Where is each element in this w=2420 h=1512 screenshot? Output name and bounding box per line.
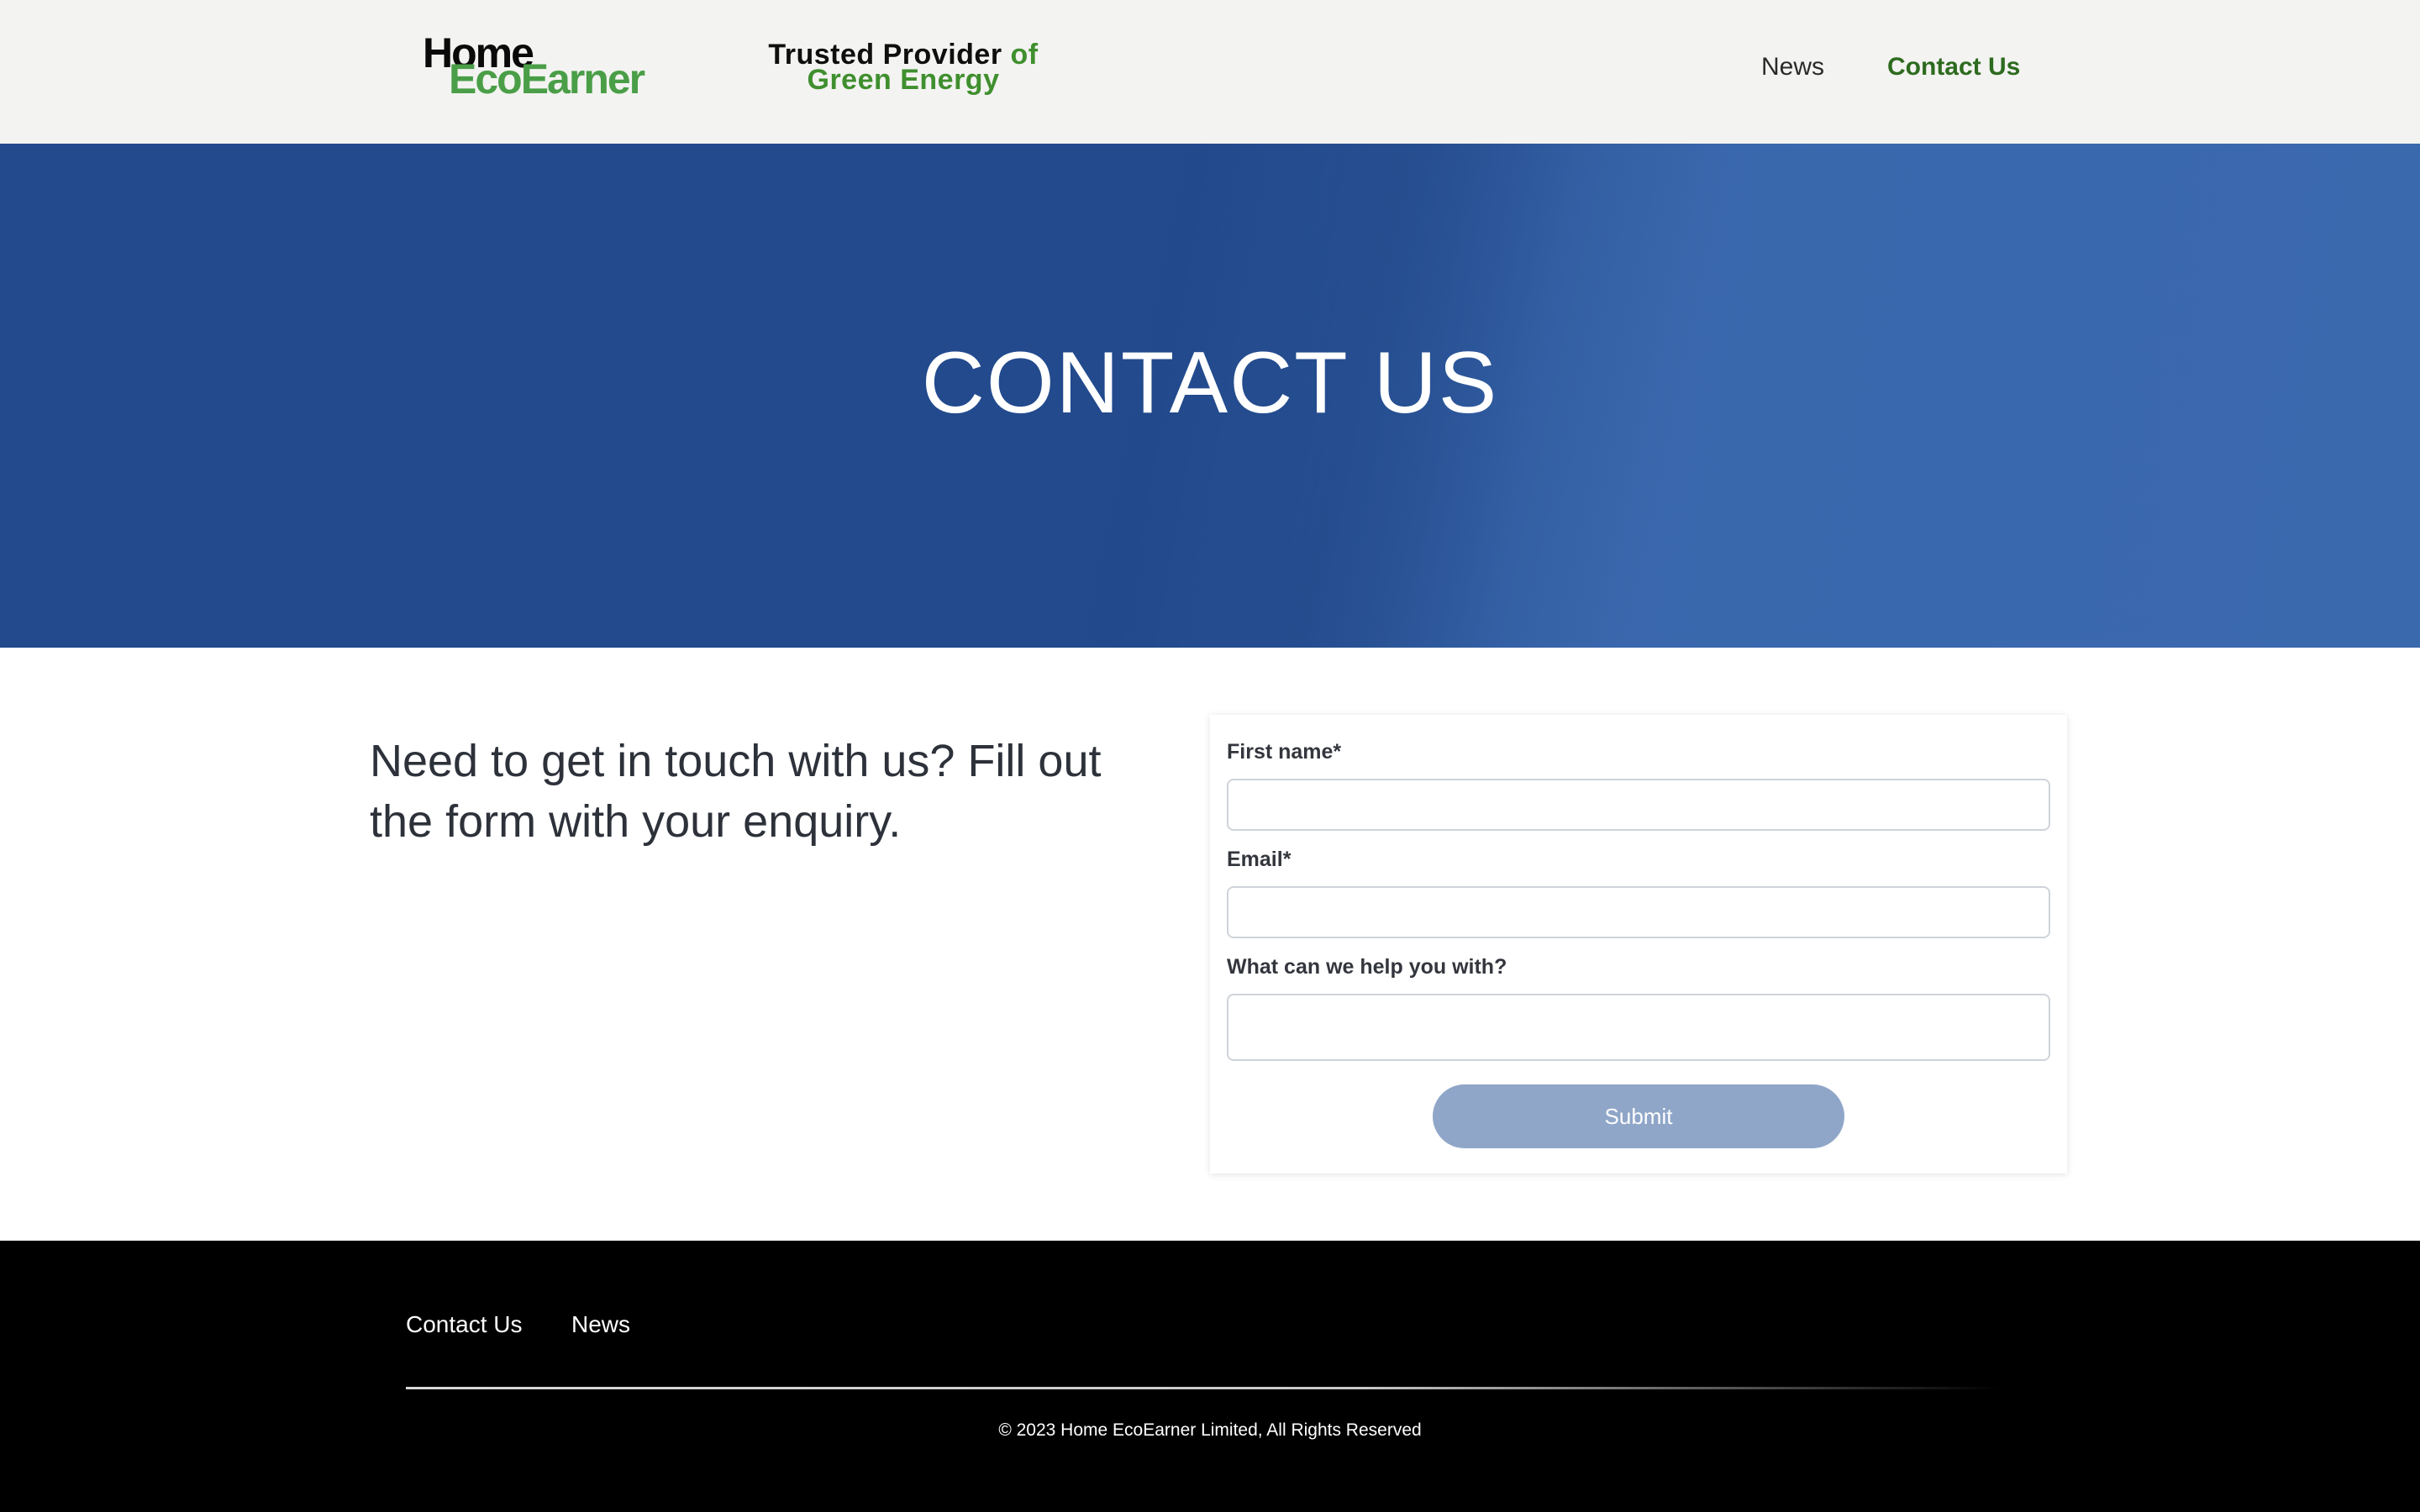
site-header: Home EcoEarner Trusted Provider of Green… (0, 0, 2420, 144)
page-title: CONTACT US (921, 334, 1499, 432)
nav-link-contact-us[interactable]: Contact Us (1887, 50, 2020, 84)
first-name-label: First name* (1227, 740, 1342, 764)
submit-button[interactable]: Submit (1433, 1084, 1844, 1148)
footer-divider (406, 1387, 2002, 1389)
footer-link-news[interactable]: News (571, 1308, 630, 1341)
help-textarea[interactable] (1227, 994, 2050, 1061)
intro-text: Need to get in touch with us? Fill out t… (370, 736, 1102, 847)
tagline-text-3: Green Energy (807, 64, 1000, 96)
home-ecoearner-logo[interactable]: Home EcoEarner (423, 32, 666, 102)
email-field[interactable] (1227, 886, 2050, 938)
copyright-text: © 2023 Home EcoEarner Limited, All Right… (998, 1420, 1422, 1440)
tagline-text-2: of (1010, 39, 1039, 71)
footer-link-contact-us[interactable]: Contact Us (406, 1308, 523, 1341)
help-label: What can we help you with? (1227, 955, 1507, 979)
tagline: Trusted Provider of Green Energy (756, 39, 1050, 94)
nav-link-news[interactable]: News (1761, 50, 1824, 84)
site-footer: Contact Us News © 2023 Home EcoEarner Li… (0, 1241, 2420, 1512)
contact-form: First name* Email* What can we help you … (1210, 715, 2067, 1173)
first-name-field[interactable] (1227, 779, 2050, 831)
email-label: Email* (1227, 848, 1292, 871)
hero-banner: CONTACT US (0, 144, 2420, 648)
logo-ecoearner-text: EcoEarner (449, 55, 645, 102)
